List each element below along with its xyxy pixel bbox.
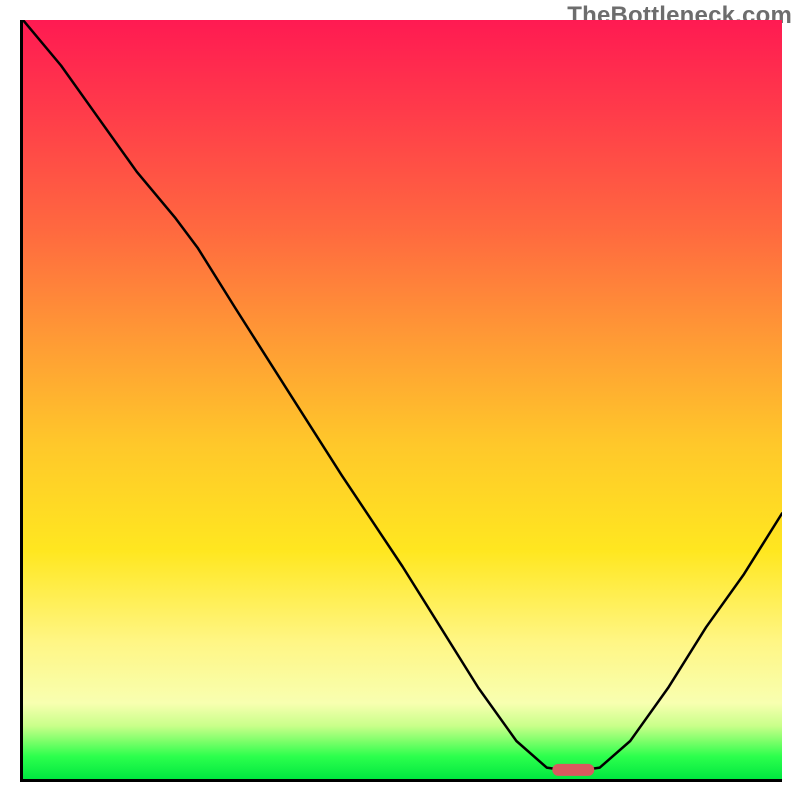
- line-curve: [23, 20, 782, 779]
- plot-area: [20, 20, 782, 782]
- bottleneck-chart: TheBottleneck.com: [0, 0, 800, 800]
- bottleneck-curve-path: [23, 20, 782, 770]
- optimal-marker: [552, 764, 594, 776]
